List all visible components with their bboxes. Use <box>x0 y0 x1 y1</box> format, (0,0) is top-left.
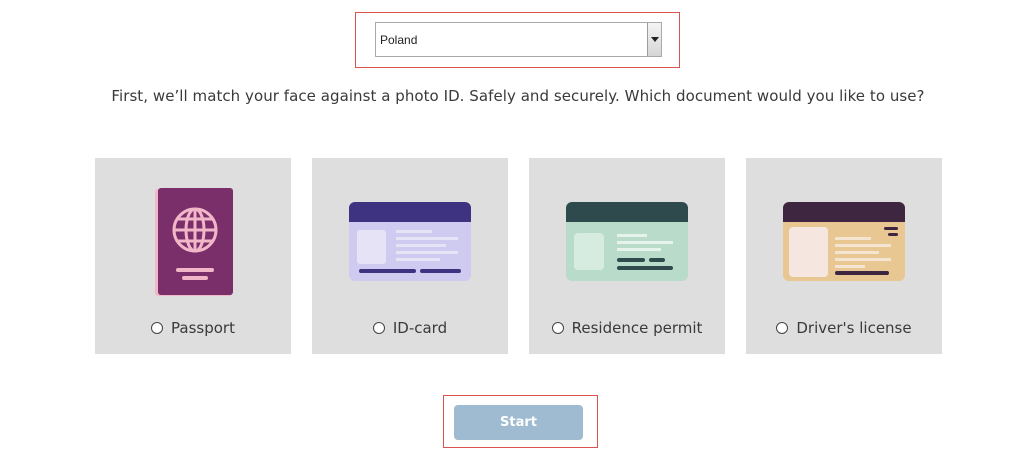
option-drivers-license-label: Driver's license <box>796 319 912 337</box>
country-select-value: Poland <box>380 32 418 47</box>
radio-drivers-license[interactable] <box>776 322 789 334</box>
dropdown-arrow-icon[interactable] <box>647 23 661 56</box>
document-card-passport[interactable]: Passport <box>95 158 291 354</box>
option-passport[interactable]: Passport <box>95 319 291 337</box>
intro-text: First, we’ll match your face against a p… <box>111 87 925 105</box>
document-card-drivers-license[interactable]: Driver's license <box>746 158 942 354</box>
radio-passport[interactable] <box>151 322 164 334</box>
start-button[interactable]: Start <box>454 405 583 440</box>
option-id-card-label: ID-card <box>392 319 448 337</box>
passport-icon <box>155 188 233 296</box>
radio-id-card[interactable] <box>372 322 385 334</box>
country-select[interactable]: Poland <box>375 22 662 57</box>
option-drivers-license[interactable]: Driver's license <box>746 319 942 337</box>
option-id-card[interactable]: ID-card <box>312 319 508 337</box>
option-residence-permit[interactable]: Residence permit <box>529 319 725 337</box>
document-card-residence-permit[interactable]: Residence permit <box>529 158 725 354</box>
option-residence-permit-label: Residence permit <box>571 319 703 337</box>
drivers-license-icon <box>783 202 905 281</box>
document-card-id-card[interactable]: ID-card <box>312 158 508 354</box>
id-card-icon <box>349 202 471 281</box>
residence-permit-icon <box>566 202 688 281</box>
radio-residence-permit[interactable] <box>551 322 564 334</box>
option-passport-label: Passport <box>171 319 235 337</box>
